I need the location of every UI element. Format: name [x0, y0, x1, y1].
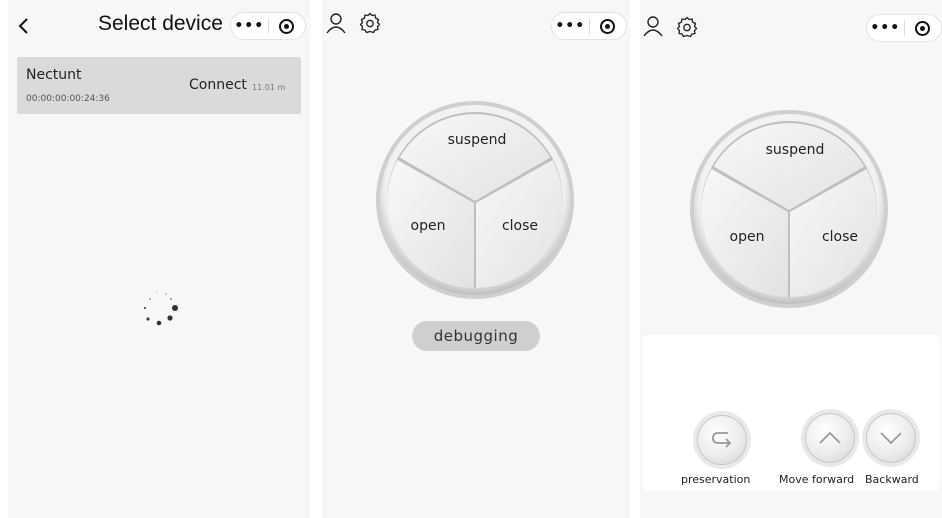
gear-icon[interactable]	[676, 16, 698, 38]
device-name: Nectunt	[26, 67, 82, 83]
select-device-screen: Select device ••• Nectunt 00:00:00:00:24…	[8, 0, 310, 518]
menu-capsule: •••	[866, 14, 942, 42]
suspend-label: suspend	[765, 142, 825, 158]
connect-button[interactable]: Connect	[189, 77, 247, 93]
page-title: Select device	[98, 12, 223, 35]
close-miniprogram-button[interactable]	[268, 18, 305, 34]
chevron-up-icon	[819, 431, 841, 444]
back-arrow-icon[interactable]	[14, 14, 34, 38]
user-icon[interactable]	[325, 12, 347, 34]
gear-icon[interactable]	[359, 12, 381, 34]
preservation-label: preservation	[681, 473, 751, 486]
target-icon	[915, 20, 931, 36]
more-options-icon[interactable]: •••	[552, 12, 589, 40]
control-wheel	[376, 101, 574, 299]
close-label: close	[821, 229, 859, 245]
close-label: close	[501, 218, 539, 234]
user-icon[interactable]	[642, 15, 664, 37]
close-miniprogram-button[interactable]	[589, 18, 626, 34]
close-miniprogram-button[interactable]	[904, 20, 941, 36]
device-mac: 00:00:00:00:24:36	[26, 94, 110, 104]
more-options-icon[interactable]: •••	[867, 14, 904, 42]
move-forward-label: Move forward	[779, 473, 855, 486]
backward-button[interactable]	[866, 413, 916, 463]
device-distance: 11.01 m	[252, 83, 286, 92]
bottom-control-card: preservation Move forward Backward	[642, 335, 940, 491]
target-icon	[279, 18, 295, 34]
menu-capsule: •••	[230, 12, 306, 40]
device-list-item[interactable]: Nectunt 00:00:00:00:24:36 Connect 11.01 …	[17, 57, 301, 114]
control-screen: ••• suspend open close debugging	[322, 0, 630, 518]
chevron-down-icon	[880, 432, 902, 445]
control-screen-expanded: ••• suspend open close preservation Move…	[640, 0, 942, 518]
more-options-icon[interactable]: •••	[231, 12, 268, 40]
move-forward-button[interactable]	[805, 413, 855, 463]
backward-label: Backward	[865, 473, 919, 486]
open-label: open	[729, 229, 765, 245]
target-icon	[600, 18, 616, 34]
preservation-button[interactable]	[697, 415, 747, 465]
open-label: open	[410, 218, 446, 234]
menu-capsule: •••	[551, 12, 627, 40]
debugging-button[interactable]: debugging	[412, 321, 540, 351]
control-wheel	[690, 110, 888, 308]
return-arrow-icon	[712, 432, 732, 448]
suspend-label: suspend	[447, 132, 507, 148]
loading-spinner-icon	[143, 291, 178, 326]
